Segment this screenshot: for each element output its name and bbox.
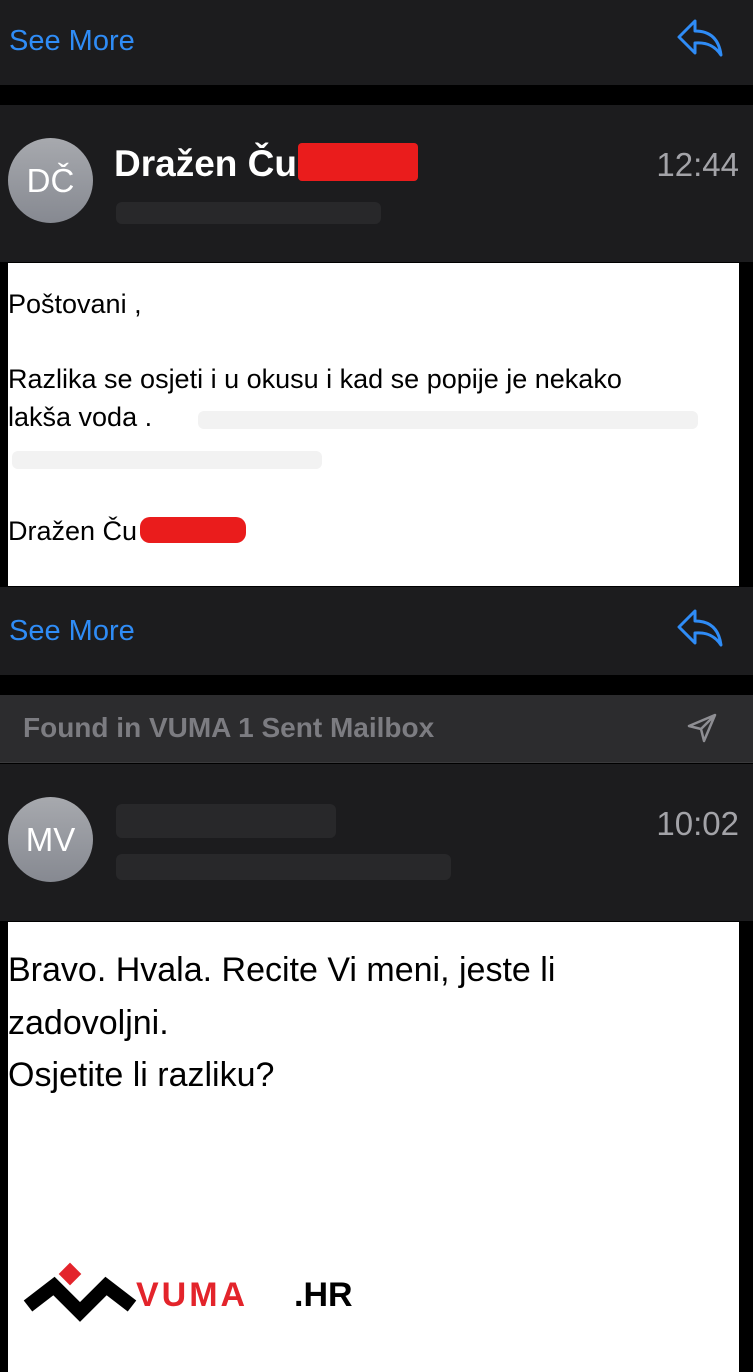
recipient-blurred	[116, 202, 381, 224]
svg-text:.HR: .HR	[294, 1276, 353, 1314]
svg-text:VUMA: VUMA	[136, 1276, 248, 1314]
redaction-mark	[298, 143, 418, 181]
recipient-blurred	[116, 854, 451, 880]
blurred-text	[12, 451, 322, 469]
action-bar: See More	[0, 587, 753, 675]
body-text: Osjetite li razliku?	[8, 1056, 275, 1094]
blurred-text	[198, 411, 698, 429]
send-icon	[687, 713, 717, 743]
body-text: Razlika se osjeti i u okusu i kad se pop…	[8, 364, 622, 394]
message-header[interactable]: MV 10:02	[0, 764, 753, 921]
message-time: 10:02	[656, 805, 739, 842]
sender-name: Dražen Ču	[114, 143, 297, 184]
body-text: Bravo. Hvala. Recite Vi meni, jeste li	[8, 951, 556, 989]
signature-text: Dražen Ču	[8, 516, 138, 546]
vuma-logo: VUMA .HR	[23, 1262, 353, 1322]
body-text: lakša voda .	[8, 402, 153, 432]
message-body: Bravo. Hvala. Recite Vi meni, jeste li z…	[8, 922, 739, 1372]
reply-icon[interactable]	[675, 608, 725, 648]
avatar: DČ	[8, 138, 93, 223]
see-more-link[interactable]: See More	[9, 25, 135, 58]
body-text: zadovoljni.	[8, 1004, 169, 1042]
avatar: MV	[8, 797, 93, 882]
redaction-mark	[140, 517, 246, 543]
message-time: 12:44	[656, 146, 739, 183]
see-more-link[interactable]: See More	[9, 615, 135, 648]
action-bar-top: See More	[0, 0, 753, 85]
mailbox-banner-label: Found in VUMA 1 Sent Mailbox	[23, 712, 435, 743]
sender-blurred	[116, 804, 336, 838]
message-header[interactable]: DČ Dražen Ču 12:44	[0, 105, 753, 262]
reply-icon[interactable]	[675, 18, 725, 58]
message-body: Poštovani , Razlika se osjeti i u okusu …	[8, 263, 739, 586]
greeting-text: Poštovani ,	[8, 289, 142, 319]
mailbox-banner[interactable]: Found in VUMA 1 Sent Mailbox	[0, 695, 753, 763]
